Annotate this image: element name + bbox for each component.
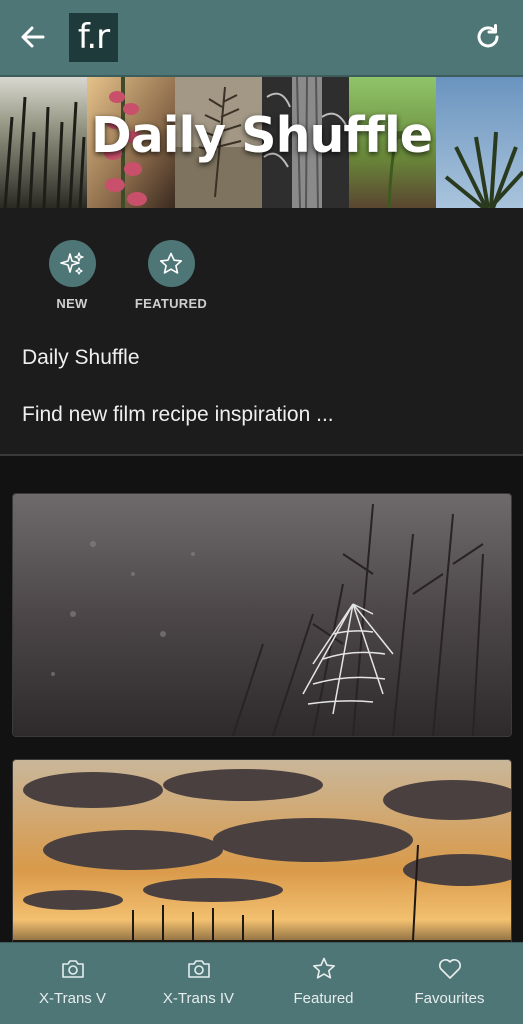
banner-title: Daily Shuffle bbox=[90, 107, 433, 164]
collection-description: Find new film recipe inspiration ... bbox=[22, 403, 334, 426]
nav-x-trans-iv[interactable]: X-Trans IV bbox=[136, 957, 261, 1007]
nav-label: Favourites bbox=[414, 990, 485, 1007]
app-logo[interactable]: f.r bbox=[69, 13, 118, 62]
camera-icon bbox=[61, 960, 84, 978]
nav-label: X-Trans V bbox=[39, 990, 106, 1007]
refresh-icon bbox=[477, 24, 499, 48]
filter-featured-circle bbox=[147, 240, 195, 287]
spider-web-image bbox=[13, 494, 511, 736]
filter-featured-label: FEATURED bbox=[134, 296, 208, 311]
nav-favourites[interactable]: Favourites bbox=[387, 957, 512, 1007]
collection-info-panel: NEW FEATURED Daily Shuffle Find new film… bbox=[0, 208, 523, 456]
sunset-image bbox=[13, 760, 511, 960]
top-app-bar: f.r bbox=[0, 0, 523, 77]
collection-banner: Daily Shuffle bbox=[0, 77, 523, 208]
sparkles-icon bbox=[60, 251, 84, 275]
arrow-left-icon bbox=[21, 26, 45, 48]
recipe-photo-card[interactable] bbox=[12, 493, 512, 737]
recipe-photo-card[interactable] bbox=[12, 759, 512, 961]
nav-x-trans-v[interactable]: X-Trans V bbox=[10, 957, 135, 1007]
back-button[interactable] bbox=[18, 22, 48, 52]
star-icon bbox=[312, 957, 335, 979]
filter-new-button[interactable]: NEW bbox=[22, 240, 122, 311]
collection-title: Daily Shuffle bbox=[22, 346, 140, 369]
bottom-navigation: X-Trans V X-Trans IV Featured Favourites bbox=[0, 942, 523, 1024]
nav-label: X-Trans IV bbox=[162, 990, 235, 1007]
nav-label: Featured bbox=[293, 990, 354, 1007]
filter-new-circle bbox=[48, 240, 96, 287]
nav-featured[interactable]: Featured bbox=[261, 957, 386, 1007]
star-icon bbox=[159, 252, 183, 274]
filter-featured-button[interactable]: FEATURED bbox=[121, 240, 221, 311]
camera-icon bbox=[187, 960, 210, 978]
refresh-button[interactable] bbox=[473, 22, 503, 52]
heart-icon bbox=[438, 959, 461, 979]
filter-new-label: NEW bbox=[56, 296, 88, 311]
